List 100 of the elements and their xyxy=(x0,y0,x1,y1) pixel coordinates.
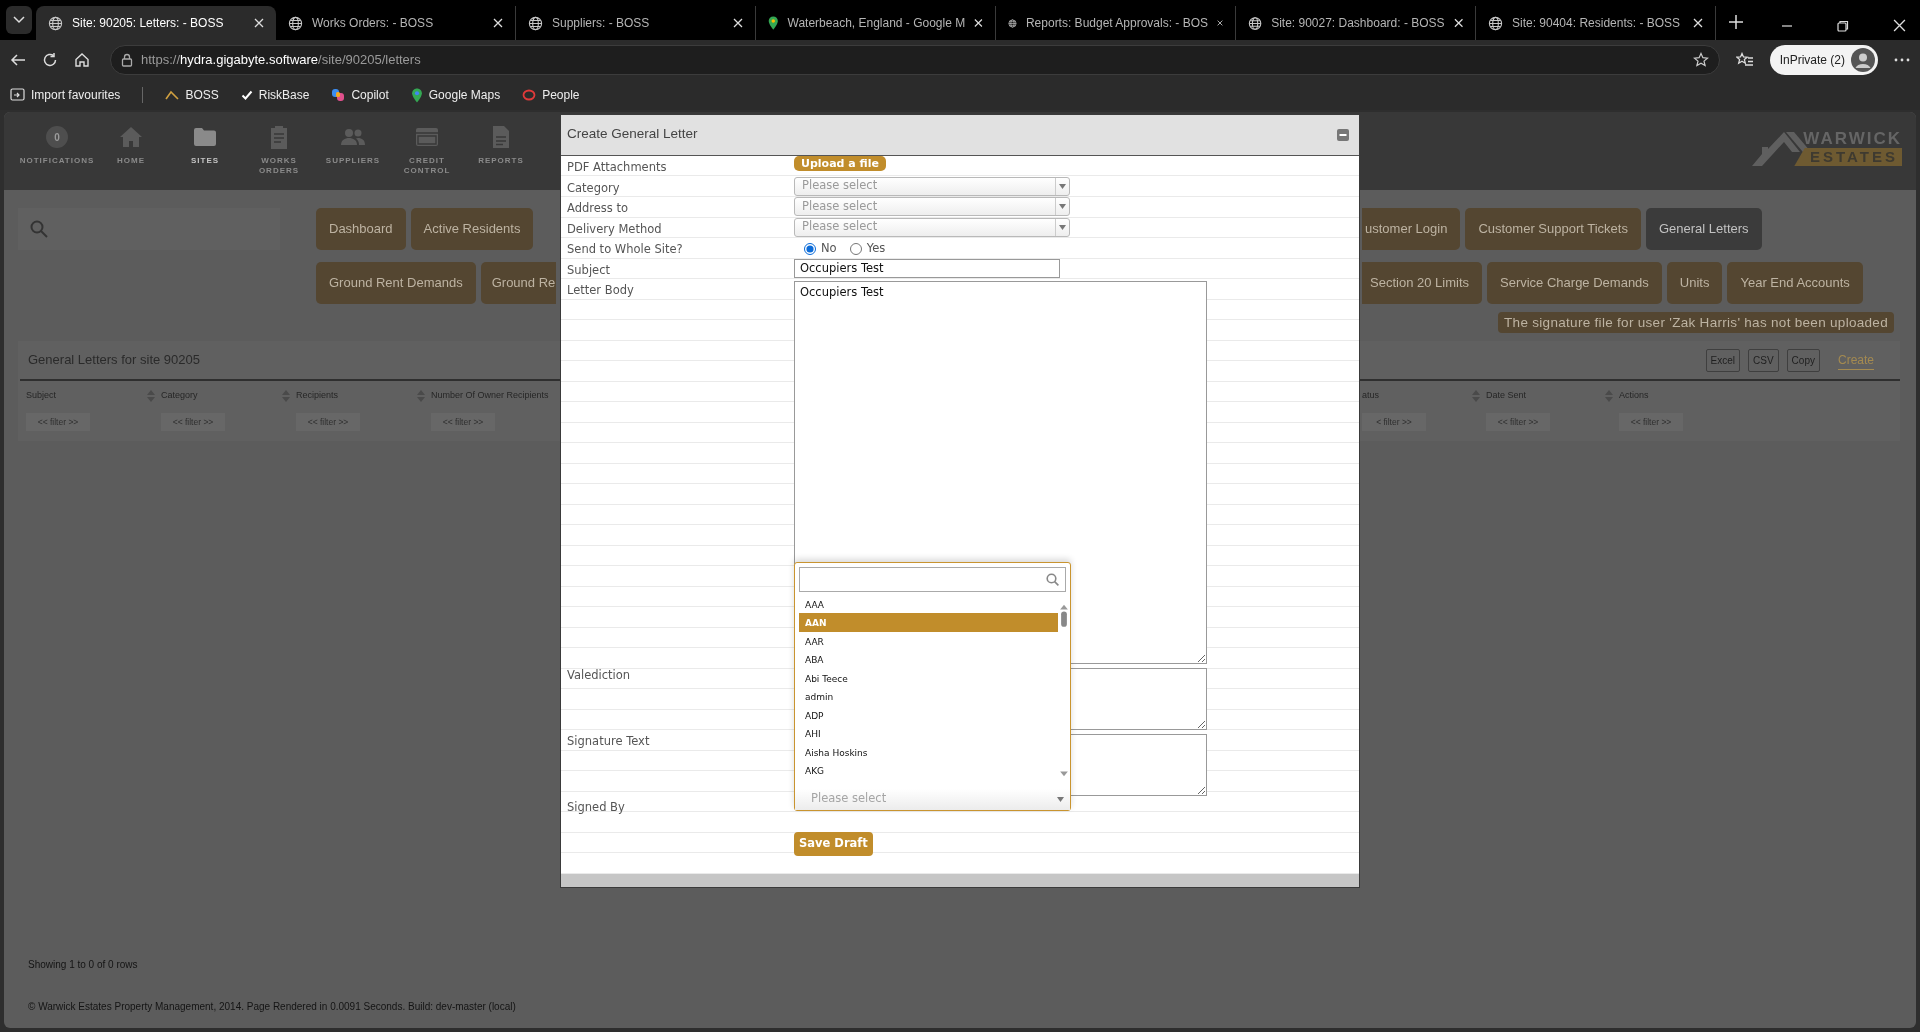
nav-item[interactable]: CREDIT CONTROL xyxy=(390,122,464,176)
caret-icon xyxy=(1059,224,1066,230)
map-pin-icon xyxy=(410,87,423,103)
back-icon[interactable] xyxy=(10,52,26,68)
house-icon xyxy=(119,126,143,148)
search-field[interactable] xyxy=(799,566,1066,592)
dropdown-option[interactable]: AAA xyxy=(799,594,1058,613)
radio-label: No xyxy=(821,240,837,257)
select-field[interactable]: Please select xyxy=(794,176,1070,196)
select-field[interactable]: Please select xyxy=(794,197,1070,216)
radio-button[interactable] xyxy=(804,242,816,255)
dropdown-option[interactable]: AKG xyxy=(799,761,1058,780)
dropdown-option[interactable]: ADP xyxy=(799,705,1058,724)
globe-icon xyxy=(1248,15,1263,31)
select-field[interactable]: Please select xyxy=(794,217,1070,237)
notification-badge: 0 xyxy=(46,126,68,148)
globe-icon xyxy=(288,15,303,31)
dropdown-option[interactable]: AHI xyxy=(799,724,1058,743)
search-icon xyxy=(30,220,48,238)
radio-button[interactable] xyxy=(849,242,862,255)
export-button[interactable]: CSV xyxy=(1748,348,1779,372)
refresh-icon[interactable] xyxy=(42,52,58,68)
export-button[interactable]: Copy xyxy=(1786,348,1820,372)
section-button[interactable]: Dashboard xyxy=(316,208,406,250)
field-label: Signed By xyxy=(566,799,626,816)
dialog-title: Create General Letter xyxy=(567,124,699,143)
close-icon[interactable] xyxy=(733,18,743,28)
section-button[interactable]: Year End Accounts xyxy=(1727,262,1863,304)
dropdown-option[interactable]: AAN xyxy=(799,613,1058,632)
card-icon xyxy=(415,127,439,147)
nav-item[interactable]: HOME xyxy=(94,122,168,166)
field-label: Valediction xyxy=(566,667,632,684)
field-label: Delivery Method xyxy=(566,220,663,238)
caret-icon xyxy=(13,16,25,24)
section-button[interactable]: Units xyxy=(1666,262,1723,304)
bookmark[interactable]: People xyxy=(522,86,580,104)
section-button[interactable]: Section 20 Limits xyxy=(1362,262,1482,304)
field-label: Subject xyxy=(566,261,611,279)
row-count-text: Showing 1 to 0 of 0 rows xyxy=(28,958,139,972)
chevron-icon xyxy=(165,90,180,100)
home-icon[interactable] xyxy=(74,52,90,68)
section-button[interactable]: Customer Support Tickets xyxy=(1465,208,1641,250)
close-icon[interactable] xyxy=(1693,18,1703,28)
profile-button[interactable]: InPrivate (2) xyxy=(1769,45,1878,75)
nav-item[interactable]: REPORTS xyxy=(464,122,538,166)
checkmark-icon xyxy=(240,89,253,101)
nav-item[interactable]: 0 NOTIFICATIONS xyxy=(20,122,94,166)
section-button[interactable]: Active Residents xyxy=(410,208,534,250)
close-icon[interactable] xyxy=(1893,19,1906,32)
section-button[interactable]: Ground Rent Demands xyxy=(316,262,476,304)
dropdown-option[interactable]: admin xyxy=(799,687,1058,706)
address-bar[interactable]: https://hydra.gigabyte.software/site/90205/letters xyxy=(110,45,1720,75)
caret-icon xyxy=(1059,204,1066,209)
export-button[interactable]: Excel xyxy=(1705,348,1741,372)
map-pin-icon xyxy=(768,15,779,31)
dropdown-option[interactable]: AAR xyxy=(799,631,1058,650)
copilot-icon xyxy=(331,88,346,102)
caret-icon xyxy=(1059,183,1066,189)
close-icon[interactable] xyxy=(254,18,264,28)
tab-list-button[interactable] xyxy=(6,6,32,34)
avatar-icon xyxy=(1851,48,1875,72)
nav-item[interactable]: SITES xyxy=(168,122,242,166)
copyright-text: © Warwick Estates Property Management, 2014. Page Rendered in 0.0091 Seconds. Build: dev-master (local) xyxy=(28,1000,517,1014)
close-icon[interactable] xyxy=(493,18,503,28)
more-icon[interactable] xyxy=(1894,58,1910,62)
section-button[interactable]: Service Charge Demands xyxy=(1487,262,1662,304)
star-icon[interactable] xyxy=(1692,52,1709,68)
upload-button[interactable]: Upload a file xyxy=(794,156,886,171)
bookmark[interactable]: BOSS xyxy=(165,86,219,104)
close-icon[interactable] xyxy=(1217,18,1223,28)
dropdown-option[interactable]: Aisha Hoskins xyxy=(799,742,1058,761)
folder-icon xyxy=(193,127,217,147)
nav-item[interactable]: SUPPLIERS xyxy=(316,122,390,166)
people-icon xyxy=(340,128,366,146)
section-button[interactable]: Ground Re xyxy=(480,262,556,304)
text-field[interactable]: Occupiers Test xyxy=(794,258,1060,278)
new-tab-icon[interactable] xyxy=(1728,14,1744,30)
select-field[interactable]: Please select xyxy=(795,788,1070,810)
bookmark[interactable]: Copilot xyxy=(331,86,389,104)
dropdown-option[interactable]: Abi Teece xyxy=(799,668,1058,687)
close-icon[interactable] xyxy=(974,18,983,28)
bookmark[interactable]: Import favourites xyxy=(10,86,121,104)
bookmark[interactable]: RiskBase xyxy=(240,86,310,104)
section-button[interactable]: General Letters xyxy=(1645,208,1762,250)
clipboard-icon xyxy=(269,125,289,149)
field-label: Address to xyxy=(566,200,629,217)
import-icon xyxy=(10,88,25,102)
browser-tab[interactable]: Site: 90205: Letters: - BOSS xyxy=(36,6,276,40)
favorites-icon[interactable] xyxy=(1735,52,1754,68)
nav-item[interactable]: WORKS ORDERS xyxy=(242,122,316,176)
bookmark[interactable]: Google Maps xyxy=(410,86,501,104)
close-icon[interactable] xyxy=(1453,18,1463,28)
ring-icon xyxy=(522,89,537,101)
save-draft-button[interactable]: Save Draft xyxy=(794,831,873,856)
minimize-icon[interactable] xyxy=(1337,129,1349,141)
search-field[interactable] xyxy=(18,208,280,250)
section-button[interactable]: ustomer Login xyxy=(1362,208,1461,250)
globe-icon xyxy=(48,15,63,31)
field-label: Send to Whole Site? xyxy=(566,241,684,258)
restore-icon[interactable] xyxy=(1837,19,1849,32)
